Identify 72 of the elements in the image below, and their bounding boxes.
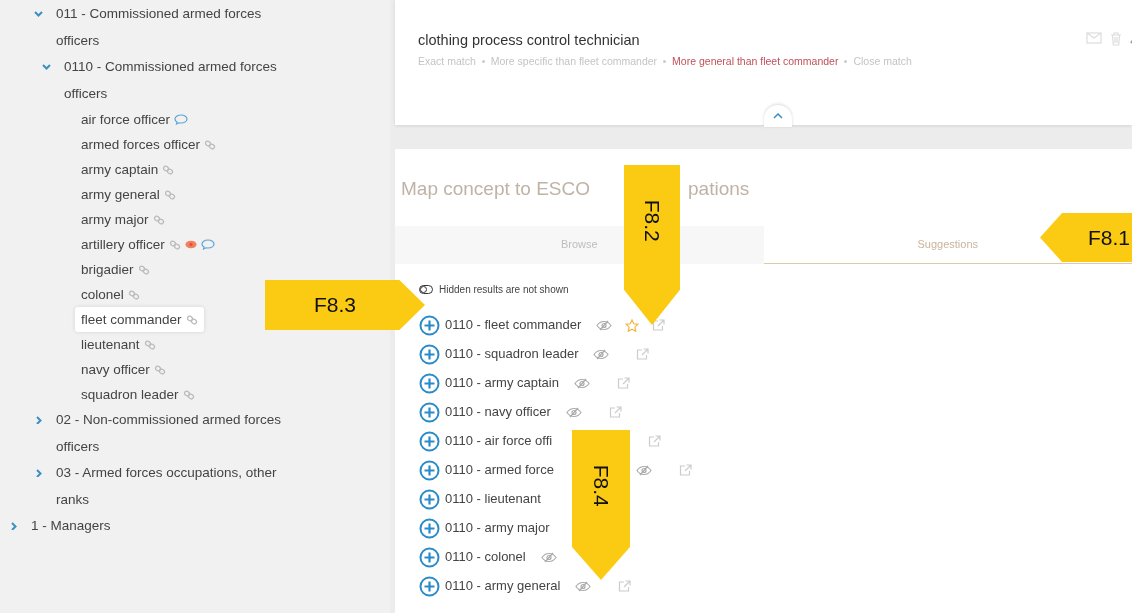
collapse-button[interactable] [763, 105, 792, 127]
result-label: 0110 - fleet commander [445, 316, 582, 335]
add-circle-icon[interactable] [419, 488, 440, 510]
tree-item[interactable]: 03 - Armed forces occupations, other ranks [56, 460, 284, 513]
result-label: 0110 - squadron leader [445, 345, 579, 364]
result-label: 0110 - army general [445, 577, 561, 596]
add-circle-icon[interactable] [419, 546, 440, 568]
mail-icon[interactable] [1086, 32, 1102, 44]
concept-title: clothing process control technician [418, 31, 640, 50]
chevron-up-icon [772, 113, 783, 119]
external-link-icon[interactable] [652, 319, 666, 331]
tree-item[interactable]: fleet commander [75, 307, 204, 332]
eye-slash-icon[interactable] [593, 348, 610, 360]
callout-tooltip: F8.2 [624, 165, 680, 325]
tree-item[interactable]: armed forces officer [75, 132, 223, 157]
tree-item[interactable]: navy officer [75, 357, 172, 382]
tree-item[interactable]: colonel [75, 282, 146, 307]
dot-separator [844, 60, 848, 64]
external-link-icon[interactable] [618, 580, 632, 592]
external-link-icon[interactable] [608, 406, 622, 418]
chevron-right-icon[interactable] [34, 416, 43, 424]
callout-tooltip: F8.3 [265, 280, 425, 330]
eye-slash-icon[interactable] [540, 551, 557, 563]
result-label: 0110 - army major [445, 519, 550, 538]
eye-slash-icon[interactable] [565, 406, 582, 418]
tree-item[interactable]: brigadier [75, 257, 156, 282]
dot-separator [481, 60, 485, 64]
tree-item[interactable]: 011 - Commissioned armed forces officers [56, 1, 284, 54]
add-circle-icon[interactable] [419, 430, 440, 452]
tree-item[interactable]: army general [75, 182, 182, 207]
tree-item[interactable]: army captain [75, 157, 181, 182]
tree-item[interactable]: squadron leader [75, 382, 201, 407]
eye-slash-icon[interactable] [635, 464, 652, 476]
result-label: 0110 - lieutenant [445, 490, 541, 509]
section-title: pations [688, 177, 750, 201]
external-link-icon[interactable] [648, 435, 662, 447]
result-label: 0110 - army captain [445, 374, 559, 393]
add-circle-icon[interactable] [419, 575, 440, 597]
toggle-label: Hidden results are not shown [439, 282, 569, 297]
add-circle-icon[interactable] [419, 314, 440, 336]
tree-item[interactable]: artillery officer [75, 232, 221, 257]
trash-icon[interactable] [1110, 32, 1122, 46]
tree-item[interactable]: 1 - Managers [31, 513, 259, 540]
chevron-right-icon[interactable] [9, 522, 18, 530]
external-link-icon[interactable] [636, 348, 650, 360]
toggle-switch[interactable] [419, 284, 433, 294]
result-label: 0110 - air force offi [445, 432, 553, 451]
match-type-link[interactable]: More general than fleet commander [672, 54, 839, 70]
chevron-down-icon[interactable] [42, 63, 51, 71]
eye-slash-icon[interactable] [573, 377, 590, 389]
tree-item[interactable]: air force officer [75, 107, 195, 132]
add-circle-icon[interactable] [419, 517, 440, 539]
tree-item[interactable]: 02 - Non-commissioned armed forces officers [56, 407, 284, 460]
chevron-down-icon[interactable] [34, 10, 43, 18]
section-title: Map concept to ESCO [401, 177, 591, 201]
dot-separator [663, 60, 667, 64]
add-circle-icon[interactable] [419, 401, 440, 423]
star-icon[interactable] [625, 318, 640, 332]
callout-tooltip: F8.4 [572, 430, 630, 580]
result-label: 0110 - colonel [445, 548, 526, 567]
add-circle-icon[interactable] [419, 343, 440, 365]
result-label: 0110 - navy officer [445, 403, 551, 422]
eye-slash-icon[interactable] [575, 580, 592, 592]
result-label: 0110 - armed force [445, 461, 554, 480]
external-link-icon[interactable] [678, 464, 692, 476]
tree-item[interactable]: lieutenant [75, 332, 162, 357]
eye-slash-icon[interactable] [596, 319, 613, 331]
chevron-right-icon[interactable] [34, 469, 43, 477]
tree-item[interactable]: army major [75, 207, 171, 232]
add-circle-icon[interactable] [419, 459, 440, 481]
external-link-icon[interactable] [616, 377, 630, 389]
add-circle-icon[interactable] [419, 372, 440, 394]
